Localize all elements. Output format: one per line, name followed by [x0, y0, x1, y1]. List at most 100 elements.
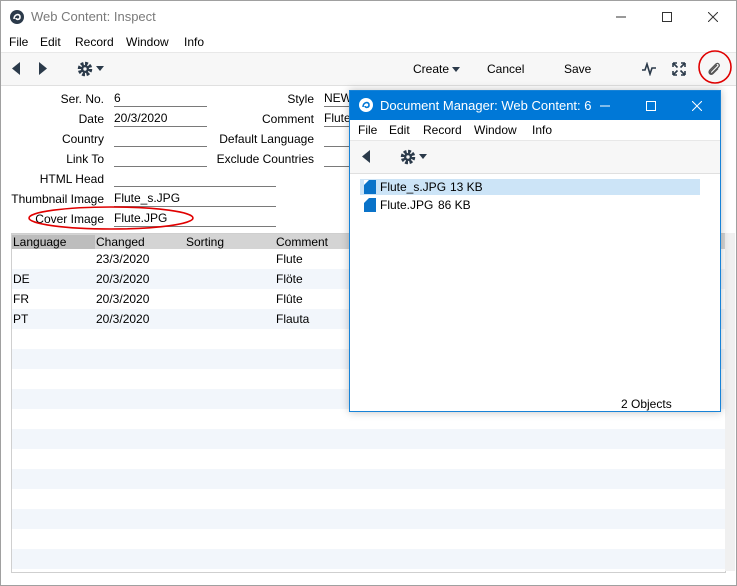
- link-to-field[interactable]: [114, 151, 207, 167]
- gear-icon[interactable]: [399, 148, 417, 166]
- ser-no-field[interactable]: 6: [114, 91, 207, 107]
- dm-menu-window[interactable]: Window: [474, 123, 517, 137]
- file-item[interactable]: Flute.JPG 86 KB: [360, 197, 700, 213]
- date-label: Date: [78, 112, 104, 126]
- comment-label: Comment: [261, 112, 314, 126]
- dm-menu-record[interactable]: Record: [423, 123, 462, 137]
- dm-menu-edit[interactable]: Edit: [389, 123, 410, 137]
- gear-icon[interactable]: [76, 60, 94, 78]
- ser-no-label: Ser. No.: [60, 92, 104, 106]
- save-button[interactable]: Save: [564, 62, 591, 76]
- dm-close-button[interactable]: [674, 91, 720, 120]
- cell-changed[interactable]: 20/3/2020: [96, 272, 149, 286]
- cell-comment[interactable]: Flute: [276, 252, 303, 266]
- cell-comment[interactable]: Flauta: [276, 312, 309, 326]
- file-size: 13 KB: [450, 180, 483, 194]
- minimize-button[interactable]: [598, 1, 644, 32]
- maximize-icon: [646, 100, 656, 111]
- doc-icon: [364, 180, 376, 194]
- empty-row[interactable]: [12, 509, 725, 529]
- default-language-label: Default Language: [219, 132, 314, 146]
- close-icon: [692, 100, 702, 111]
- dm-menu-info[interactable]: Info: [532, 123, 552, 137]
- forward-arrow-icon[interactable]: [38, 62, 48, 75]
- app-logo-icon: [10, 10, 24, 24]
- maximize-icon: [662, 11, 672, 22]
- menu-file[interactable]: File: [9, 35, 28, 49]
- toolbar: Create Cancel Save: [1, 50, 736, 86]
- link-to-label: Link To: [66, 152, 104, 166]
- cancel-button[interactable]: Cancel: [487, 62, 524, 76]
- column-header-comment[interactable]: Comment: [276, 235, 328, 249]
- default-language-field[interactable]: [324, 131, 350, 147]
- file-item[interactable]: Flute_s.JPG 13 KB: [360, 179, 700, 195]
- paperclip-highlight-circle: [698, 50, 732, 84]
- grid-scrollbar[interactable]: [725, 233, 735, 571]
- cell-comment[interactable]: Flöte: [276, 272, 303, 286]
- html-head-field[interactable]: [114, 171, 276, 187]
- app-logo-icon: [359, 98, 373, 112]
- style-field[interactable]: NEWS: [324, 91, 350, 107]
- minimize-icon: [616, 16, 626, 17]
- empty-row[interactable]: [12, 469, 725, 489]
- back-arrow-icon[interactable]: [11, 62, 21, 75]
- thumbnail-image-label: Thumbnail Image: [11, 192, 104, 206]
- exclude-countries-label: Exclude Countries: [216, 152, 314, 166]
- chevron-down-icon[interactable]: [419, 154, 427, 159]
- object-count-status: 2 Objects: [621, 397, 672, 411]
- activity-icon[interactable]: [641, 62, 657, 76]
- dm-minimize-button[interactable]: [582, 91, 628, 120]
- doc-icon: [364, 198, 376, 212]
- cell-language[interactable]: PT: [13, 312, 28, 326]
- empty-row[interactable]: [12, 449, 725, 469]
- empty-row[interactable]: [12, 489, 725, 509]
- file-size: 86 KB: [438, 198, 471, 212]
- html-head-label: HTML Head: [39, 172, 104, 186]
- close-button[interactable]: [690, 1, 736, 32]
- cell-changed[interactable]: 20/3/2020: [96, 312, 149, 326]
- dm-maximize-button[interactable]: [628, 91, 674, 120]
- back-arrow-icon[interactable]: [361, 150, 371, 163]
- cell-changed[interactable]: 23/3/2020: [96, 252, 149, 266]
- cell-comment[interactable]: Flûte: [276, 292, 303, 306]
- empty-row[interactable]: [12, 409, 725, 429]
- cell-language[interactable]: FR: [13, 292, 29, 306]
- dm-menu-file[interactable]: File: [358, 123, 377, 137]
- dm-menu-bar: File Edit Record Window Info: [350, 120, 720, 140]
- create-dropdown-icon[interactable]: [452, 67, 460, 72]
- menu-window[interactable]: Window: [126, 35, 169, 49]
- menu-record[interactable]: Record: [75, 35, 114, 49]
- column-header-language[interactable]: Language: [12, 235, 95, 249]
- empty-row[interactable]: [12, 529, 725, 549]
- menu-bar: File Edit Record Window Info: [1, 32, 736, 52]
- column-header-changed[interactable]: Changed: [96, 235, 145, 249]
- cell-changed[interactable]: 20/3/2020: [96, 292, 149, 306]
- dm-toolbar: [350, 140, 720, 174]
- minimize-icon: [600, 105, 610, 106]
- maximize-button[interactable]: [644, 1, 690, 32]
- document-manager-window: Document Manager: Web Content: 6 File Ed…: [349, 90, 721, 412]
- cell-language[interactable]: DE: [13, 272, 30, 286]
- empty-row[interactable]: [12, 549, 725, 569]
- empty-row[interactable]: [12, 429, 725, 449]
- file-name: Flute_s.JPG: [380, 180, 447, 194]
- country-label: Country: [61, 132, 104, 146]
- menu-edit[interactable]: Edit: [40, 35, 61, 49]
- expand-icon[interactable]: [672, 62, 686, 76]
- style-label: Style: [287, 92, 314, 106]
- comment-field[interactable]: Flute: [324, 111, 350, 127]
- title-bar: Web Content: Inspect: [1, 1, 736, 32]
- cover-image-highlight-oval: [28, 206, 194, 230]
- column-header-sorting[interactable]: Sorting: [186, 235, 224, 249]
- file-name: Flute.JPG: [380, 198, 434, 212]
- chevron-down-icon[interactable]: [96, 66, 104, 71]
- menu-info[interactable]: Info: [184, 35, 204, 49]
- document-manager-title: Document Manager: Web Content: 6: [380, 98, 592, 113]
- create-button[interactable]: Create: [413, 62, 449, 76]
- country-field[interactable]: [114, 131, 207, 147]
- date-field[interactable]: 20/3/2020: [114, 111, 207, 127]
- exclude-countries-field[interactable]: [324, 151, 350, 167]
- close-icon: [708, 11, 718, 22]
- document-manager-title-bar: Document Manager: Web Content: 6: [350, 91, 720, 120]
- window-title: Web Content: Inspect: [31, 9, 156, 24]
